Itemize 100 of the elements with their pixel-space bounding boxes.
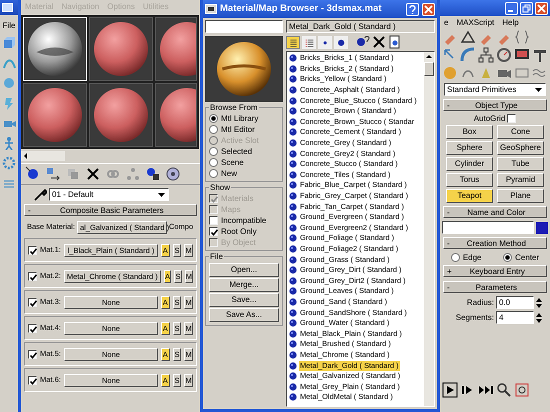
view-list-button[interactable] — [286, 36, 300, 48]
option-label: AutoGrid — [474, 114, 506, 124]
file-button[interactable]: Save As... — [209, 308, 279, 322]
material-slot[interactable] — [23, 83, 87, 148]
spinner-icon[interactable] — [536, 312, 542, 324]
list-icon[interactable] — [288, 38, 298, 46]
zoom-icon[interactable] — [496, 382, 512, 398]
file-button[interactable]: Save... — [209, 292, 279, 307]
rollout-header[interactable]: - Creation Method — [443, 237, 547, 250]
option-label[interactable]: Edge — [462, 252, 482, 262]
material-slot[interactable] — [155, 83, 197, 148]
option-label[interactable]: Mtl Editor — [221, 124, 255, 134]
option-label[interactable]: Incompatible — [221, 216, 266, 225]
rollout-header[interactable]: - Parameters — [443, 281, 547, 294]
color-swatch[interactable] — [536, 222, 548, 234]
rollout-header[interactable]: + Keyboard Entry — [443, 265, 547, 278]
rollout-toggle[interactable]: - — [447, 208, 450, 217]
menu-item[interactable]: MAXScript — [456, 18, 494, 28]
object-type-button[interactable]: Plane — [497, 189, 544, 204]
menu-item[interactable]: Help — [502, 18, 519, 28]
radio-button[interactable] — [209, 124, 218, 134]
play-icon[interactable] — [442, 382, 458, 398]
zoom-all-icon[interactable] — [514, 382, 530, 398]
spinner-icon[interactable] — [536, 296, 542, 309]
scroll-bar[interactable] — [424, 52, 434, 406]
object-type-button[interactable]: Tube — [497, 157, 544, 172]
question-icon[interactable] — [409, 4, 416, 14]
number-field[interactable]: 4 — [496, 311, 534, 324]
number-field[interactable]: 0.0 — [496, 296, 534, 310]
material-slot[interactable] — [89, 83, 153, 148]
view-large-icons-button[interactable] — [334, 36, 348, 48]
checkbox[interactable] — [507, 114, 516, 124]
material-slot[interactable] — [155, 17, 197, 82]
name-field[interactable] — [442, 221, 534, 234]
object-type-button[interactable]: Box — [446, 125, 493, 140]
radio-button[interactable] — [503, 252, 512, 262]
option-label[interactable]: Mtl Library — [221, 114, 258, 123]
object-type-button[interactable]: Cylinder — [446, 157, 493, 172]
menu-item[interactable]: File — [2, 21, 16, 30]
nodes-icon[interactable] — [125, 166, 141, 182]
option-label[interactable]: Scene — [221, 158, 244, 167]
menu-item[interactable]: e — [444, 18, 448, 28]
object-type-button[interactable]: GeoSphere — [497, 141, 544, 156]
radio-button[interactable] — [450, 252, 460, 262]
dial-icon[interactable] — [496, 47, 512, 64]
braces-icon[interactable] — [514, 29, 530, 46]
rollout-toggle[interactable]: + — [447, 266, 452, 276]
material-dropdown[interactable]: 01 - Default — [49, 188, 169, 201]
close-icon[interactable] — [85, 166, 101, 182]
checkbox[interactable] — [28, 298, 37, 307]
list-icons-icon[interactable] — [304, 38, 314, 46]
scroll-bar[interactable] — [21, 151, 65, 162]
object-type-button[interactable]: Sphere — [446, 141, 493, 156]
checkbox[interactable] — [28, 376, 37, 385]
option-label[interactable]: Center — [515, 252, 540, 262]
radio-button[interactable] — [209, 168, 218, 178]
object-type-button[interactable]: Cone — [497, 125, 544, 140]
large-icons-icon[interactable] — [336, 38, 346, 46]
help-button[interactable] — [406, 2, 419, 16]
scroll-thumb[interactable] — [424, 62, 434, 76]
checkbox[interactable] — [28, 324, 37, 333]
hierarchy-icon[interactable] — [478, 47, 494, 64]
object-type-button[interactable]: Pyramid — [497, 173, 544, 188]
document-icon[interactable] — [388, 35, 402, 49]
material-slot[interactable] — [89, 17, 153, 82]
checkbox[interactable] — [28, 246, 37, 255]
checkbox[interactable] — [209, 226, 218, 236]
checkbox[interactable] — [28, 350, 37, 359]
checkbox[interactable] — [28, 272, 37, 281]
object-type-button[interactable]: Torus — [446, 173, 493, 188]
radio-button[interactable] — [209, 158, 218, 167]
rollout-header[interactable]: - Object Type — [443, 99, 547, 112]
rollout-header[interactable]: - Composite Basic Parameters — [24, 204, 197, 216]
view-small-icons-button[interactable] — [318, 36, 332, 48]
option-label[interactable]: New — [221, 168, 238, 178]
file-button[interactable]: Merge... — [209, 278, 279, 292]
name-field[interactable] — [205, 20, 283, 33]
object-type-button[interactable]: Teapot — [446, 189, 493, 204]
swap-icon[interactable] — [45, 166, 61, 182]
rollout-toggle[interactable]: - — [447, 282, 450, 292]
rollout-toggle[interactable]: - — [447, 100, 450, 110]
sphere-query-icon[interactable] — [356, 35, 370, 49]
rollout-toggle[interactable]: - — [447, 238, 450, 248]
window-icon[interactable] — [205, 4, 217, 14]
disc-icon[interactable] — [165, 166, 181, 182]
triangle-icon[interactable] — [460, 29, 476, 46]
rollout-header[interactable]: - Name and Color — [443, 206, 547, 218]
view-list-icons-button[interactable] — [302, 36, 316, 48]
primitive-dropdown[interactable]: Standard Primitives — [444, 83, 546, 96]
checkbox[interactable] — [209, 216, 218, 225]
rollout-toggle[interactable]: - — [28, 206, 31, 215]
option-label[interactable]: Root Only — [221, 226, 257, 236]
radio-button[interactable] — [209, 146, 218, 156]
option-label[interactable]: Selected — [221, 146, 252, 156]
eyedropper-icon[interactable] — [33, 187, 47, 202]
caret-icon[interactable] — [534, 85, 543, 94]
sphere-icon — [289, 298, 297, 306]
radio-button[interactable] — [209, 114, 218, 123]
file-button[interactable]: Open... — [209, 262, 279, 277]
delete-icon[interactable] — [372, 35, 386, 49]
